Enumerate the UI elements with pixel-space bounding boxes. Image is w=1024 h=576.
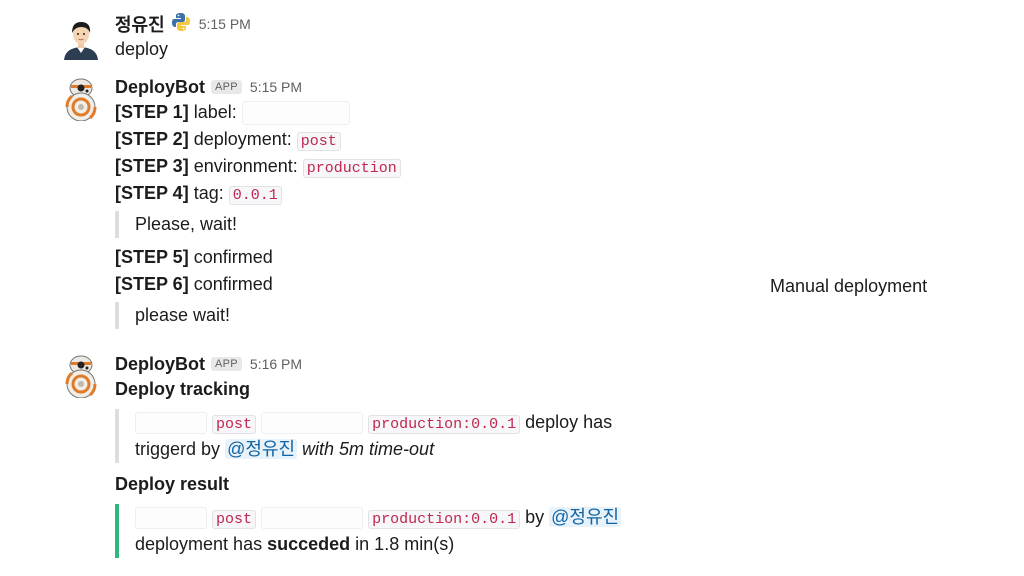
python-icon [171,12,191,37]
redacted-field [241,101,350,126]
message-time[interactable]: 5:16 PM [250,356,302,372]
result-line-2: deployment has succeded in 1.8 min(s) [135,531,755,558]
step-text: environment: [193,156,298,176]
result-prefix: deployment has [135,534,263,554]
bot-avatar[interactable] [61,354,101,399]
by-text: by [525,507,545,527]
step-text: deployment: [193,129,292,149]
step-line: [STEP 5] confirmed [115,244,755,271]
tracking-line-2: triggerd by @정유진 with 5m time-out [135,436,755,463]
result-duration: in 1.8 min(s) [355,534,455,554]
app-badge: APP [211,357,242,371]
user-mention[interactable]: @정유진 [225,439,298,459]
step-label: [STEP 3] [115,156,189,176]
quote-block: Please, wait! [115,211,755,238]
step-line: [STEP 2] deployment: post [115,126,755,153]
step-text: label: [193,102,237,122]
redacted-field [261,412,364,435]
step-text: tag: [193,183,224,203]
triggered-text: triggerd by [135,439,221,459]
user-mention[interactable]: @정유진 [549,507,622,527]
redacted-field [261,507,364,530]
step-label: [STEP 5] [115,247,189,267]
app-badge: APP [211,80,242,94]
result-status: succeded [267,534,351,554]
code-value: production [302,159,401,178]
quote-text: please wait! [135,305,231,325]
bot-avatar[interactable] [61,77,101,122]
tracking-quote: post production:0.0.1 deploy has trigger… [115,409,755,463]
author-name[interactable]: DeployBot [115,354,205,375]
quote-block: please wait! [115,302,755,329]
tracking-line-1: post production:0.0.1 deploy has [135,409,755,436]
quote-text: Please, wait! [135,214,238,234]
code-value: production:0.0.1 [368,415,521,434]
tracking-title: Deploy tracking [115,379,251,399]
step-text: confirmed [193,247,273,267]
message-time[interactable]: 5:15 PM [250,79,302,95]
step-text: confirmed [193,274,273,294]
user-avatar[interactable] [61,18,101,60]
timeout-text: with 5m time-out [302,439,435,459]
step-line: [STEP 4] tag: 0.0.1 [115,180,755,207]
author-name[interactable]: 정유진 [115,11,165,37]
step-line: [STEP 1] label: [115,99,755,126]
result-title: Deploy result [115,474,230,494]
code-value: 0.0.1 [228,186,282,205]
step-line: [STEP 6] confirmed [115,271,755,298]
result-quote: post production:0.0.1 by @정유진 deployment… [115,504,755,558]
code-value: post [296,132,341,151]
side-label: Manual deployment [770,276,928,296]
step-line: [STEP 3] environment: production [115,153,755,180]
step-label: [STEP 6] [115,274,189,294]
author-name[interactable]: DeployBot [115,77,205,98]
step-label: [STEP 2] [115,129,189,149]
code-value: post [212,510,257,529]
message-time[interactable]: 5:15 PM [199,16,251,32]
redacted-field [135,412,207,435]
step-label: [STEP 4] [115,183,189,203]
step-label: [STEP 1] [115,102,189,122]
message-text: deploy [115,39,169,59]
tracking-suffix: deploy has [525,412,613,432]
code-value: post [212,415,257,434]
result-line-1: post production:0.0.1 by @정유진 [135,504,755,531]
redacted-field [135,507,207,530]
code-value: production:0.0.1 [368,510,521,529]
